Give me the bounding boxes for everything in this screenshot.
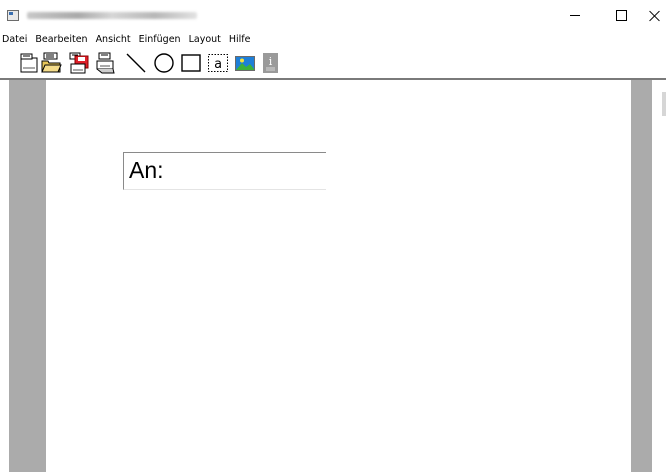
info-glyph: i: [269, 55, 273, 68]
close-button[interactable]: [643, 0, 666, 31]
line-tool-icon: [126, 53, 146, 73]
rectangle-tool-button[interactable]: [180, 52, 202, 74]
close-icon: [649, 10, 660, 21]
menu-datei[interactable]: Datei: [0, 34, 31, 45]
open-folder-icon: [41, 52, 62, 73]
image-tool-button[interactable]: [234, 52, 256, 74]
text-tool-icon: a: [208, 54, 228, 72]
menu-bar: Datei Bearbeiten Ansicht Einfügen Layout…: [0, 31, 666, 48]
right-margin: [631, 80, 652, 472]
recipient-label: An:: [129, 157, 164, 183]
left-margin: [9, 80, 46, 472]
minimize-button[interactable]: [552, 0, 598, 31]
image-tool-icon: [235, 56, 255, 71]
info-button[interactable]: i: [260, 52, 282, 74]
menu-einfuegen[interactable]: Einfügen: [135, 34, 185, 45]
save-button[interactable]: [68, 52, 90, 74]
window-title-blurred: [27, 12, 197, 19]
menu-bearbeiten[interactable]: Bearbeiten: [31, 34, 91, 45]
new-document-button[interactable]: [18, 52, 40, 74]
app-icon[interactable]: [7, 10, 19, 21]
print-button[interactable]: [94, 52, 116, 74]
ellipse-tool-icon: [154, 53, 174, 73]
maximize-icon: [615, 10, 627, 21]
print-icon: [96, 52, 115, 74]
maximize-button[interactable]: [598, 0, 644, 31]
rectangle-tool-icon: [181, 54, 201, 72]
minimize-icon: [570, 15, 580, 16]
line-tool-button[interactable]: [125, 52, 147, 74]
text-tool-glyph: a: [214, 57, 222, 72]
title-bar[interactable]: [0, 0, 666, 31]
document-page[interactable]: [46, 80, 631, 472]
new-document-icon: [20, 53, 38, 73]
menu-ansicht[interactable]: Ansicht: [92, 34, 135, 45]
recipient-address-field[interactable]: An:: [123, 152, 326, 190]
info-icon: i: [263, 53, 278, 73]
toolbar: a i: [0, 48, 666, 78]
vertical-scrollbar[interactable]: [652, 80, 666, 472]
application-window: Datei Bearbeiten Ansicht Einfügen Layout…: [0, 0, 666, 472]
open-button[interactable]: [40, 52, 62, 74]
document-workspace: [0, 80, 666, 472]
menu-hilfe[interactable]: Hilfe: [225, 34, 255, 45]
menu-layout[interactable]: Layout: [185, 34, 225, 45]
text-tool-button[interactable]: a: [207, 52, 229, 74]
ellipse-tool-button[interactable]: [153, 52, 175, 74]
save-disk-icon: [69, 52, 89, 74]
scrollbar-thumb[interactable]: [662, 92, 666, 116]
